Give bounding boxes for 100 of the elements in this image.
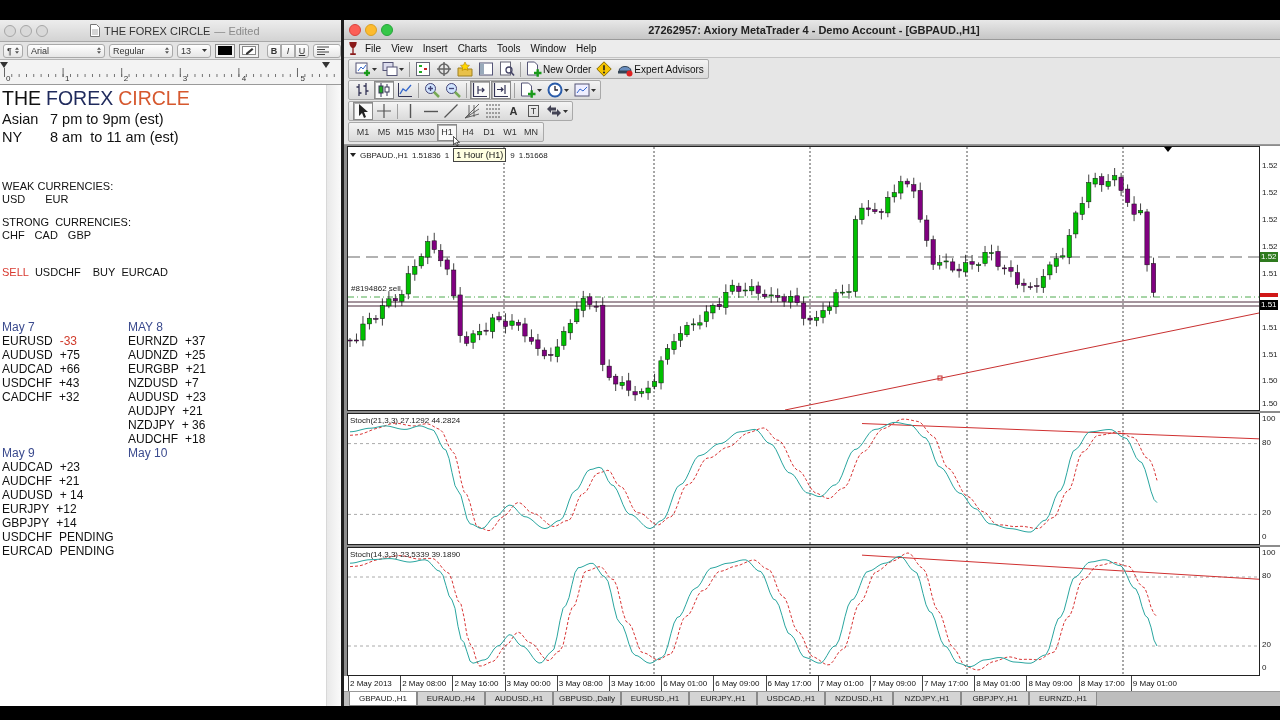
time-label: 3 May 08:00 (558, 678, 603, 689)
scrollbar[interactable] (326, 85, 341, 706)
alert-button[interactable] (594, 60, 615, 78)
menu-item[interactable]: Charts (452, 40, 493, 57)
trade-result: +14 (56, 516, 77, 530)
trade-result: +18 (185, 432, 206, 446)
ruler-number: 5 (299, 74, 305, 83)
close-button[interactable] (349, 23, 361, 36)
autoscroll-button[interactable] (491, 81, 511, 99)
clock-icon (547, 82, 563, 98)
menu-item[interactable]: Tools (492, 40, 526, 57)
currency-pair: EURCAD (2, 544, 53, 558)
align-left-button[interactable] (313, 43, 341, 58)
profiles-button[interactable] (380, 60, 406, 78)
time-label: 3 May 16:00 (610, 678, 655, 689)
axis-label: 1.51 (1262, 269, 1278, 279)
trade-result: +23 (185, 390, 207, 404)
axis-label: 1.52 (1262, 188, 1278, 198)
candles-button[interactable] (374, 81, 394, 99)
tab-stop-icon (322, 62, 330, 68)
line-chart-icon (397, 82, 413, 98)
currency-code: CAD (34, 229, 58, 242)
timeframe-button[interactable]: MN (521, 123, 541, 141)
new-order-button[interactable]: New Order (524, 60, 594, 78)
zoom-in-button[interactable] (422, 81, 442, 99)
periods-button[interactable] (545, 81, 571, 99)
chart-tab[interactable]: NZDUSD.,H1 (825, 692, 893, 706)
trade-result: PENDING (59, 530, 114, 544)
window-title: 27262957: Axiory MetaTrader 4 - Demo Account - [GBPAUD.,H1] (648, 23, 980, 36)
tab-stop-icon (0, 62, 8, 68)
time-label: 6 May 01:00 (663, 678, 708, 689)
timeframe-button[interactable]: D1 (479, 123, 499, 141)
pen-icon (242, 46, 256, 55)
chart-tab[interactable]: GBPJPY.,H1 (961, 692, 1029, 706)
chart-tab[interactable]: NZDJPY.,H1 (893, 692, 961, 706)
text-color-well[interactable] (215, 43, 235, 58)
axis-label: 1.51 (1262, 350, 1278, 360)
currency-pair: AUDUSD (2, 488, 53, 502)
trade-result: -33 (59, 334, 77, 348)
style-popup[interactable]: Regular (109, 43, 173, 58)
text-style-button[interactable]: B (267, 43, 281, 58)
chart-tab[interactable]: AUDUSD.,H1 (485, 692, 553, 706)
ruler-number: 4 (240, 74, 247, 83)
terminal-button[interactable] (476, 60, 496, 78)
candlesticks-icon (376, 82, 392, 98)
menu-item[interactable]: View (386, 40, 418, 57)
axis-label: 100 (1262, 414, 1276, 424)
menu-item[interactable]: Insert (417, 40, 453, 57)
timeframe-button[interactable]: M5 (374, 123, 394, 141)
trade-result: + 14 (59, 488, 84, 502)
trade-result: +37 (185, 334, 206, 348)
chart-tab[interactable]: EURUSD.,H1 (621, 692, 689, 706)
chart-window-icon (574, 82, 590, 98)
font-size-combo[interactable]: 13 (177, 43, 211, 58)
text-tool-button[interactable]: A (504, 102, 523, 120)
market-watch-button[interactable] (413, 60, 433, 78)
chart-tab[interactable]: EURJPY.,H1 (689, 692, 757, 706)
currency-pair: AUDJPY (128, 404, 176, 418)
chart-tab[interactable]: USDCAD.,H1 (757, 692, 825, 706)
timeframe-button[interactable]: H1 (437, 123, 457, 141)
currency-pair: AUDUSD (2, 348, 53, 362)
expert-advisors-button[interactable]: Expert Advisors (615, 60, 706, 78)
new-chart-button[interactable] (353, 60, 379, 78)
navigator-button[interactable] (434, 60, 454, 78)
trade-result: +21 (185, 362, 207, 376)
font-popup[interactable]: Arial (27, 43, 105, 58)
timeframe-button[interactable]: M30 (416, 123, 436, 141)
menu-item[interactable]: File (360, 40, 387, 57)
text-style-button[interactable]: I (281, 43, 295, 58)
align-left-icon (317, 46, 329, 55)
zoom-out-button[interactable] (443, 81, 463, 99)
highlight-color-well[interactable] (239, 43, 259, 58)
line-chart-button[interactable] (395, 81, 415, 99)
axis-scroll-icon (493, 82, 509, 98)
wine-glass-icon (349, 42, 357, 55)
time-label: 2 May 16:00 (454, 678, 499, 689)
tester-button[interactable] (497, 60, 517, 78)
time-label: 8 May 09:00 (1028, 678, 1073, 689)
time-label: 7 May 09:00 (871, 678, 916, 689)
cursor-button[interactable] (353, 102, 373, 120)
timeframe-button[interactable]: M15 (395, 123, 415, 141)
menu-item[interactable]: Window (525, 40, 572, 57)
chart-tab[interactable]: GBPUSD.,Daily (553, 692, 621, 706)
timeframe-button[interactable]: M1 (353, 123, 373, 141)
timeframe-button[interactable]: H4 (458, 123, 478, 141)
fibonacci-button[interactable] (462, 102, 482, 120)
indicators-button[interactable] (518, 81, 544, 99)
warning-diamond-icon (596, 61, 613, 77)
ruler-number: 2 (122, 74, 129, 83)
timeframe-button[interactable]: W1 (500, 123, 520, 141)
label-tool-button[interactable]: T (524, 102, 543, 120)
chart-tab[interactable]: EURAUD.,H4 (417, 692, 485, 706)
menu-item[interactable]: Help (571, 40, 602, 57)
trade-result: PENDING (59, 544, 115, 558)
paragraph-popup[interactable]: ¶ (3, 43, 23, 58)
text-style-button[interactable]: U (295, 43, 309, 58)
templates-button[interactable] (572, 81, 598, 99)
chart-tab[interactable]: EURNZD.,H1 (1029, 692, 1097, 706)
chart-tab[interactable]: GBPAUD.,H1 (349, 692, 417, 706)
chart-shift-button[interactable] (470, 81, 490, 99)
